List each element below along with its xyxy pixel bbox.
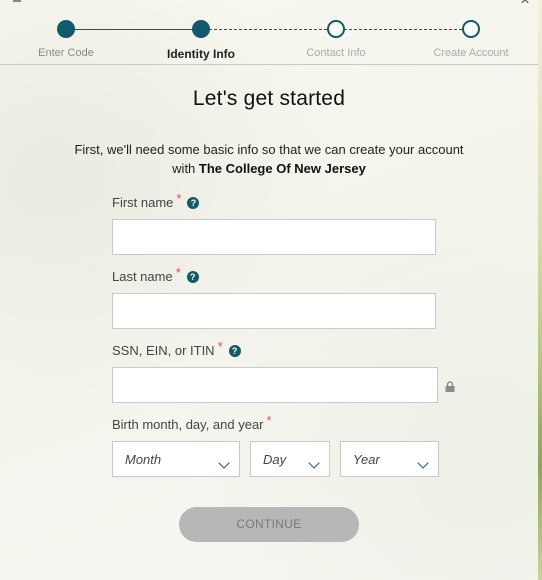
first-name-input[interactable] (112, 219, 436, 255)
required-asterisk: * (176, 191, 182, 206)
help-icon[interactable]: ? (187, 197, 200, 209)
step-label: Enter Code (38, 47, 94, 59)
label-text: SSN, EIN, or ITIN (112, 343, 215, 358)
first-name-label: First name * ? (112, 191, 200, 210)
label-text: Birth month, day, and year (112, 417, 264, 432)
select-placeholder: Month (125, 451, 162, 467)
background-edge (538, 0, 542, 580)
required-asterisk: * (266, 413, 272, 428)
chevron-down-icon (308, 457, 320, 469)
ssn-label: SSN, EIN, or ITIN * ? (112, 339, 241, 358)
step-dot-future (462, 20, 480, 38)
step-label: Contact Info (306, 47, 366, 59)
help-icon[interactable]: ? (228, 345, 241, 357)
label-text: First name (112, 195, 174, 210)
subtitle-line: First, we'll need some basic info so tha… (74, 142, 464, 157)
chevron-down-icon (417, 457, 429, 469)
last-name-input[interactable] (112, 293, 436, 329)
subtitle-with: with (172, 161, 196, 176)
page-subtitle: First, we'll need some basic info so tha… (40, 140, 498, 178)
help-icon[interactable]: ? (186, 271, 199, 283)
step-enter-code: Enter Code (1, 20, 131, 59)
required-asterisk: * (217, 339, 223, 354)
step-label: Create Account (433, 47, 509, 59)
birth-month-select[interactable]: Month (112, 441, 240, 477)
required-asterisk: * (175, 265, 181, 280)
label-text: Last name (112, 269, 173, 284)
lock-icon (445, 381, 455, 392)
ssn-input[interactable] (112, 367, 438, 403)
step-dot-future (327, 20, 345, 38)
step-dot-complete (57, 20, 75, 38)
select-placeholder: Year (353, 451, 380, 467)
birth-date-label: Birth month, day, and year * (112, 413, 272, 432)
progress-stepper: Enter Code Identity Info Contact Info Cr… (0, 0, 538, 65)
step-label: Identity Info (167, 47, 235, 61)
subtitle-line: with The College Of New Jersey (40, 159, 498, 178)
select-placeholder: Day (263, 451, 287, 467)
page-title: Let's get started (192, 87, 346, 110)
last-name-label: Last name * ? (112, 265, 199, 284)
birth-day-select[interactable]: Day (250, 441, 330, 477)
continue-button[interactable]: CONTINUE (179, 507, 359, 542)
step-identity-info: Identity Info (136, 20, 266, 61)
step-contact-info: Contact Info (271, 20, 401, 59)
birth-year-select[interactable]: Year (340, 441, 439, 477)
step-dot-active (192, 20, 210, 38)
chevron-down-icon (218, 457, 230, 469)
institution-name: The College Of New Jersey (198, 161, 366, 176)
step-create-account: Create Account (406, 20, 536, 59)
